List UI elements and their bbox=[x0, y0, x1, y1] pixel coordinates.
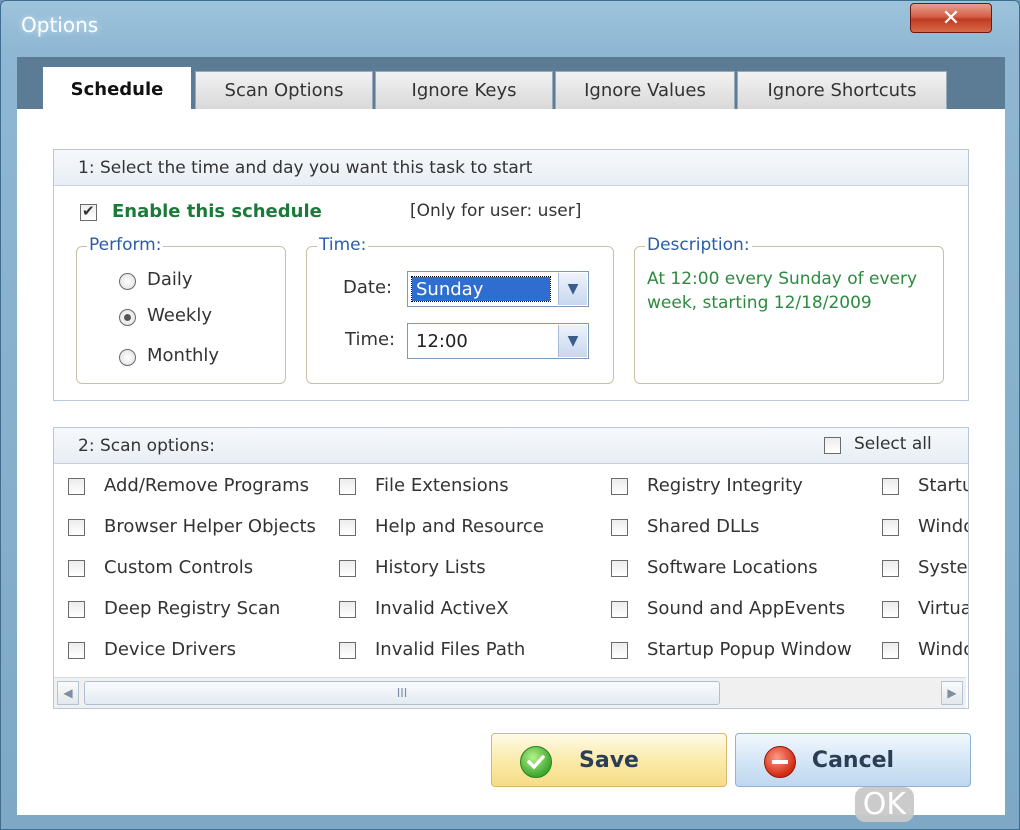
watermark-logo: SOFT- OK .NET bbox=[767, 787, 985, 822]
scan-option-label: Startup Popup Window bbox=[647, 639, 852, 660]
scan-option-checkbox[interactable] bbox=[882, 601, 899, 618]
scan-option-label: History Lists bbox=[375, 557, 486, 578]
scan-option-checkbox[interactable] bbox=[611, 560, 628, 577]
scan-option-label: Software Locations bbox=[647, 557, 818, 578]
scan-option-checkbox[interactable] bbox=[68, 601, 85, 618]
grip-icon: III bbox=[396, 686, 408, 700]
scan-option-checkbox[interactable] bbox=[882, 478, 899, 495]
horizontal-scrollbar[interactable]: ◀ III ▶ bbox=[54, 677, 966, 708]
scan-option-label: Add/Remove Programs bbox=[104, 475, 310, 496]
scan-option-label: Custom Controls bbox=[104, 557, 254, 578]
perform-legend: Perform: bbox=[87, 235, 164, 255]
description-legend: Description: bbox=[645, 235, 752, 255]
time-value: 12:00 bbox=[416, 330, 468, 352]
select-all-label: Select all bbox=[854, 434, 932, 454]
options-window: Options ✕ Schedule Scan Options Ignore K… bbox=[0, 0, 1020, 830]
chevron-down-icon[interactable]: ▼ bbox=[558, 325, 587, 357]
scan-option-label: Shared DLLs bbox=[647, 516, 760, 537]
scan-option-label: File Extensions bbox=[375, 475, 509, 496]
schedule-group-header: 1: Select the time and day you want this… bbox=[54, 150, 968, 186]
scan-option-checkbox[interactable] bbox=[339, 642, 356, 659]
scan-option-checkbox[interactable] bbox=[68, 560, 85, 577]
scan-option-checkbox[interactable] bbox=[882, 642, 899, 659]
scan-option-label: Invalid Files Path bbox=[375, 639, 526, 660]
scan-option-label: Virtua bbox=[918, 598, 969, 619]
tab-scan-options[interactable]: Scan Options bbox=[195, 71, 373, 109]
scan-option-checkbox[interactable] bbox=[611, 601, 628, 618]
scan-option-label: Deep Registry Scan bbox=[104, 598, 281, 619]
scan-option-checkbox[interactable] bbox=[68, 642, 85, 659]
tab-schedule[interactable]: Schedule bbox=[43, 67, 191, 111]
watermark-left: SOFT- bbox=[767, 787, 853, 822]
enable-schedule-checkbox[interactable] bbox=[80, 202, 97, 221]
tab-ignore-shortcuts[interactable]: Ignore Shortcuts bbox=[737, 71, 947, 109]
date-value: Sunday bbox=[411, 276, 551, 302]
scan-option-label: Startu bbox=[918, 475, 969, 496]
time-select[interactable]: 12:00 ▼ bbox=[407, 323, 589, 359]
perform-fieldset: Perform: Daily Weekly Monthly bbox=[76, 235, 286, 384]
scroll-right-icon[interactable]: ▶ bbox=[941, 681, 963, 705]
scan-option-checkbox[interactable] bbox=[339, 478, 356, 495]
scan-option-label: Device Drivers bbox=[104, 639, 237, 660]
scan-option-label: Syste bbox=[918, 557, 968, 578]
time-label: Time: bbox=[345, 329, 396, 350]
description-text: At 12:00 every Sunday of every week, sta… bbox=[647, 269, 918, 313]
window-title: Options bbox=[21, 13, 99, 37]
chevron-down-icon[interactable]: ▼ bbox=[558, 273, 587, 305]
cancel-label: Cancel bbox=[811, 748, 895, 773]
scan-option-label: Windo bbox=[918, 639, 969, 660]
scan-option-checkbox[interactable] bbox=[68, 519, 85, 536]
scan-options-group: 2: Scan options: Select all Add/Remove P… bbox=[53, 427, 969, 709]
scan-option-checkbox[interactable] bbox=[611, 642, 628, 659]
weekly-radio[interactable] bbox=[119, 309, 136, 326]
date-select[interactable]: Sunday ▼ bbox=[407, 271, 589, 307]
scan-option-checkbox[interactable] bbox=[68, 478, 85, 495]
daily-radio[interactable] bbox=[119, 273, 136, 290]
scan-option-checkbox[interactable] bbox=[611, 519, 628, 536]
watermark-ok: OK bbox=[854, 787, 915, 822]
user-note: [Only for user: user] bbox=[410, 201, 582, 221]
weekly-label: Weekly bbox=[147, 305, 212, 326]
tab-strip: Schedule Scan Options Ignore Keys Ignore… bbox=[17, 57, 1005, 111]
schedule-group: 1: Select the time and day you want this… bbox=[53, 149, 969, 401]
monthly-radio[interactable] bbox=[119, 349, 136, 366]
scroll-left-icon[interactable]: ◀ bbox=[57, 681, 79, 705]
enable-schedule-label: Enable this schedule bbox=[112, 201, 322, 222]
tab-ignore-keys[interactable]: Ignore Keys bbox=[375, 71, 553, 109]
schedule-page: 1: Select the time and day you want this… bbox=[17, 109, 1005, 815]
dialog-client: Schedule Scan Options Ignore Keys Ignore… bbox=[17, 57, 1005, 815]
date-label: Date: bbox=[343, 277, 393, 298]
close-icon: ✕ bbox=[941, 5, 961, 31]
scan-option-checkbox[interactable] bbox=[611, 478, 628, 495]
scan-option-label: Invalid ActiveX bbox=[375, 598, 509, 619]
monthly-label: Monthly bbox=[147, 345, 220, 366]
scan-option-label: Browser Helper Objects bbox=[104, 516, 316, 537]
scan-option-checkbox[interactable] bbox=[882, 560, 899, 577]
time-legend: Time: bbox=[317, 235, 369, 255]
scan-option-checkbox[interactable] bbox=[882, 519, 899, 536]
scan-option-checkbox[interactable] bbox=[339, 601, 356, 618]
description-fieldset: Description: At 12:00 every Sunday of ev… bbox=[634, 235, 944, 384]
scan-option-label: Help and Resource bbox=[375, 516, 544, 537]
daily-label: Daily bbox=[147, 269, 193, 290]
close-button[interactable]: ✕ bbox=[910, 3, 992, 33]
scroll-thumb[interactable]: III bbox=[84, 681, 720, 705]
scan-option-label: Sound and AppEvents bbox=[647, 598, 846, 619]
save-label: Save bbox=[579, 748, 639, 773]
scan-option-checkbox[interactable] bbox=[339, 560, 356, 577]
save-button[interactable]: Save bbox=[491, 733, 727, 787]
cancel-button[interactable]: Cancel bbox=[735, 733, 971, 787]
time-fieldset: Time: Date: Sunday ▼ Time: 12:00 ▼ bbox=[306, 235, 614, 384]
watermark-right: .NET bbox=[916, 787, 986, 822]
scan-option-label: Registry Integrity bbox=[647, 475, 803, 496]
scan-option-checkbox[interactable] bbox=[339, 519, 356, 536]
tab-ignore-values[interactable]: Ignore Values bbox=[555, 71, 735, 109]
select-all-checkbox[interactable] bbox=[824, 437, 841, 454]
scan-option-label: Windo bbox=[918, 516, 969, 537]
title-bar[interactable]: Options ✕ bbox=[1, 1, 1019, 53]
